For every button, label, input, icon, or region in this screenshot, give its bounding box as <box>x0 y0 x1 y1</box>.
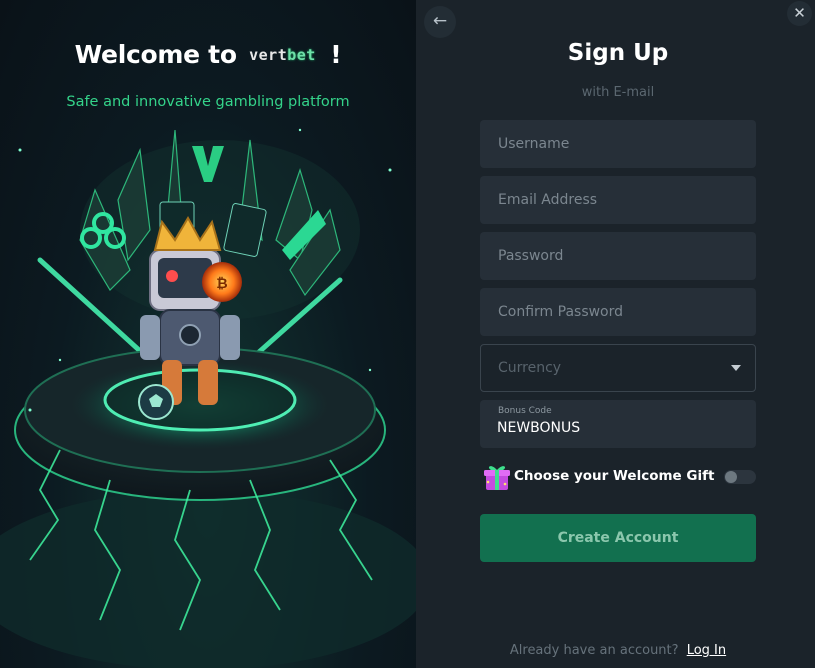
currency-select[interactable]: Currency <box>480 344 756 392</box>
welcome-heading: Welcome to vertbet ! <box>0 40 416 69</box>
signup-subtitle: with E-mail <box>581 85 655 100</box>
welcome-gift-label: Choose your Welcome Gift <box>514 468 715 484</box>
welcome-gift-row: Choose your Welcome Gift <box>480 460 756 492</box>
bonus-code-label: Bonus Code <box>498 406 552 416</box>
arrow-left-icon: ← <box>432 11 448 31</box>
login-link[interactable]: Log In <box>687 643 726 658</box>
password-field-wrapper <box>480 232 756 280</box>
bonus-code-value[interactable]: NEWBONUS <box>497 420 580 436</box>
email-field-wrapper <box>480 176 756 224</box>
signup-modal: ₿ Welcome to vertbet ! Safe and innovati… <box>0 0 815 668</box>
create-account-button[interactable]: Create Account <box>480 514 756 562</box>
throne-illustration: ₿ <box>0 128 416 668</box>
promo-panel: ₿ Welcome to vertbet ! Safe and innovati… <box>0 0 416 668</box>
bonus-code-field[interactable]: Bonus Code NEWBONUS <box>480 400 756 448</box>
password-input[interactable] <box>480 232 756 280</box>
close-icon: ✕ <box>793 4 806 22</box>
vertbet-logo: vertbet <box>249 46 316 64</box>
confirm-password-field-wrapper <box>480 288 756 336</box>
welcome-suffix: ! <box>330 40 342 69</box>
toggle-knob <box>725 471 737 483</box>
email-input[interactable] <box>480 176 756 224</box>
welcome-subtitle: Safe and innovative gambling platform <box>66 94 350 110</box>
confirm-password-input[interactable] <box>480 288 756 336</box>
signup-title: Sign Up <box>567 40 669 66</box>
login-prompt-row: Already have an account? Log In <box>480 643 756 658</box>
username-field-wrapper <box>480 120 756 168</box>
logo-part-vert: vert <box>249 46 288 64</box>
chevron-down-icon <box>731 365 741 371</box>
currency-placeholder: Currency <box>498 360 562 376</box>
login-prompt-text: Already have an account? <box>509 643 679 658</box>
back-button[interactable]: ← <box>424 6 456 38</box>
welcome-gift-toggle[interactable] <box>724 470 756 484</box>
svg-text:₿: ₿ <box>216 276 227 292</box>
close-button[interactable]: ✕ <box>787 1 812 26</box>
logo-part-bet: bet <box>287 46 316 64</box>
gift-box-icon <box>484 466 510 490</box>
welcome-prefix: Welcome to <box>74 40 237 69</box>
username-input[interactable] <box>480 120 756 168</box>
